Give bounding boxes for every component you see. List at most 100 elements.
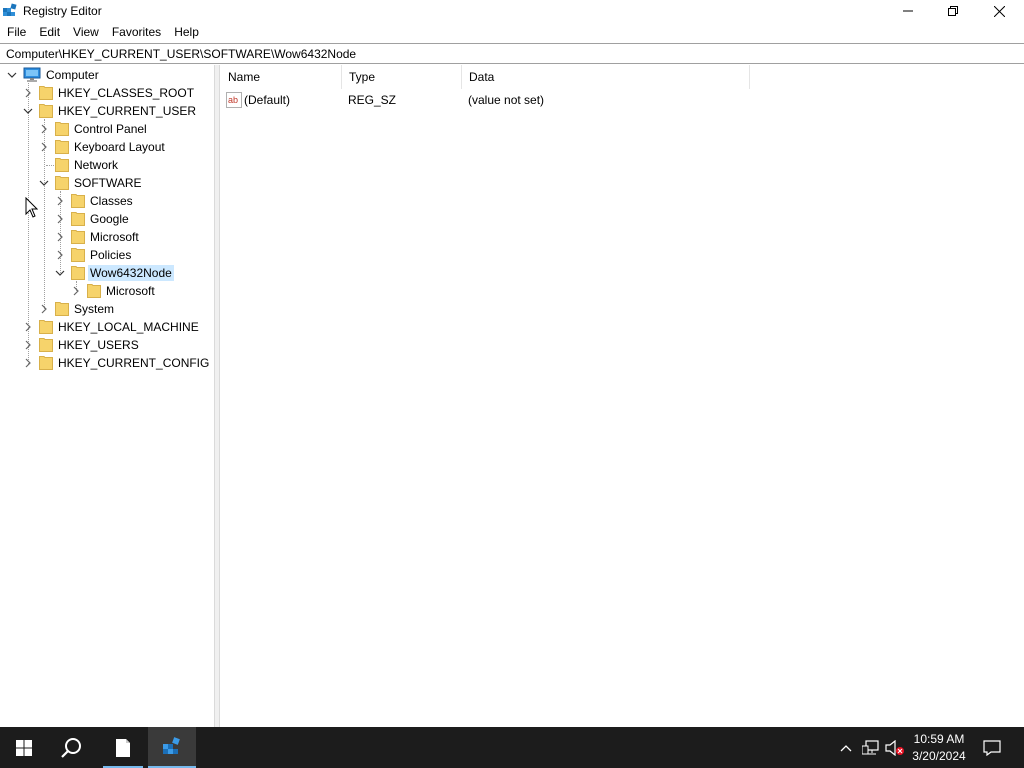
column-header-name[interactable]: Name [221,65,342,89]
network-status-button[interactable] [860,727,882,768]
tree-label: Keyboard Layout [74,140,165,154]
folder-icon [55,157,69,173]
tree-item-hkcu[interactable]: HKEY_CURRENT_USER [22,102,198,120]
tree-item-wow6432node[interactable]: Wow6432Node [54,264,174,282]
tree-item-hku[interactable]: HKEY_USERS [22,336,141,354]
chevron-right-icon[interactable] [22,339,34,351]
chevron-right-icon[interactable] [54,213,66,225]
document-icon [116,738,130,757]
chevron-down-icon[interactable] [22,105,34,117]
menu-favorites[interactable]: Favorites [105,23,167,42]
tree-label: System [74,302,115,316]
taskbar-clock[interactable]: 10:59 AM 3/20/2024 [908,727,970,768]
tree-item-wow-microsoft[interactable]: Microsoft [70,282,157,300]
chevron-right-icon[interactable] [22,321,34,333]
folder-icon [39,103,53,119]
window-title: Registry Editor [23,4,102,18]
folder-icon [55,301,69,317]
folder-icon [71,193,85,209]
column-header-data[interactable]: Data [462,65,750,89]
chevron-right-icon[interactable] [54,195,66,207]
folder-icon [39,85,53,101]
search-icon [61,737,81,758]
list-header: Name Type Data [221,65,1024,89]
address-input[interactable] [6,46,1016,62]
tree-item-hklm[interactable]: HKEY_LOCAL_MACHINE [22,318,201,336]
tree-item-keyboard-layout[interactable]: Keyboard Layout [38,138,167,156]
string-value-icon: ab [226,92,242,108]
chevron-right-icon[interactable] [38,123,50,135]
clock-date: 3/20/2024 [912,749,966,763]
tree-label: SOFTWARE [74,176,142,190]
menu-help[interactable]: Help [167,23,205,42]
pane-splitter[interactable] [215,65,220,727]
tree-item-google[interactable]: Google [54,210,131,228]
folder-open-icon [71,265,85,281]
menu-edit[interactable]: Edit [32,23,66,42]
folder-icon [55,139,69,155]
tree-label: HKEY_CURRENT_USER [58,104,197,118]
value-name: (Default) [244,93,291,107]
chevron-right-icon[interactable] [38,141,50,153]
tree-item-software[interactable]: SOFTWARE [38,174,144,192]
chevron-right-icon[interactable] [54,249,66,261]
start-button[interactable] [0,727,48,768]
restore-button[interactable] [930,0,976,22]
tree-item-hkcr[interactable]: HKEY_CLASSES_ROOT [22,84,196,102]
folder-icon [39,319,53,335]
tree-label: Computer [46,68,99,82]
folder-icon [71,229,85,245]
svg-text:ab: ab [228,95,238,105]
column-header-type[interactable]: Type [342,65,462,89]
menu-file[interactable]: File [0,23,32,42]
chevron-up-icon [840,744,852,751]
minimize-icon [903,10,913,12]
chevron-right-icon[interactable] [54,231,66,243]
tree-label: HKEY_CURRENT_CONFIG [58,356,210,370]
tree-item-network[interactable]: Network [38,156,120,174]
folder-icon [55,121,69,137]
taskbar-registry-editor[interactable] [148,727,196,768]
close-icon [993,5,1005,17]
tree-item-microsoft[interactable]: Microsoft [54,228,141,246]
chevron-right-icon[interactable] [38,303,50,315]
volume-button[interactable] [884,727,906,768]
tree-label: HKEY_USERS [58,338,139,352]
chevron-down-icon[interactable] [38,177,50,189]
volume-muted-icon [885,739,904,756]
show-hidden-icons-button[interactable] [836,727,856,768]
search-button[interactable] [48,727,96,768]
tree-item-policies[interactable]: Policies [54,246,133,264]
menu-view[interactable]: View [66,23,105,42]
chevron-down-icon[interactable] [6,69,18,81]
value-data: (value not set) [468,93,545,107]
key-tree[interactable]: Computer HKEY_CLASSES_ROOT HKEY_CURRENT_… [0,65,215,727]
notification-icon [983,739,1001,756]
tree-item-hkcc[interactable]: HKEY_CURRENT_CONFIG [22,354,211,372]
folder-icon [71,211,85,227]
value-list[interactable]: Name Type Data ab (Default) REG_SZ (valu… [221,65,1024,727]
tree-item-computer[interactable]: Computer [6,66,101,84]
chevron-right-icon[interactable] [22,357,34,369]
tree-label: Network [74,158,119,172]
tree-label: Classes [90,194,133,208]
taskbar-notepad[interactable] [99,727,147,768]
table-row[interactable]: ab (Default) REG_SZ (value not set) [221,90,751,110]
minimize-button[interactable] [885,0,931,22]
network-icon [862,739,879,754]
close-button[interactable] [976,0,1022,22]
chevron-right-icon[interactable] [22,87,34,99]
tree-label: Control Panel [74,122,147,136]
tree-item-system[interactable]: System [38,300,116,318]
chevron-down-icon[interactable] [54,267,66,279]
tree-label: Google [90,212,129,226]
windows-logo-icon [16,739,32,756]
tree-label: Microsoft [106,284,155,298]
tree-item-classes[interactable]: Classes [54,192,135,210]
notifications-button[interactable] [978,727,1006,768]
tree-item-control-panel[interactable]: Control Panel [38,120,149,138]
folder-icon [71,247,85,263]
chevron-right-icon[interactable] [70,285,82,297]
tree-label: Policies [90,248,132,262]
